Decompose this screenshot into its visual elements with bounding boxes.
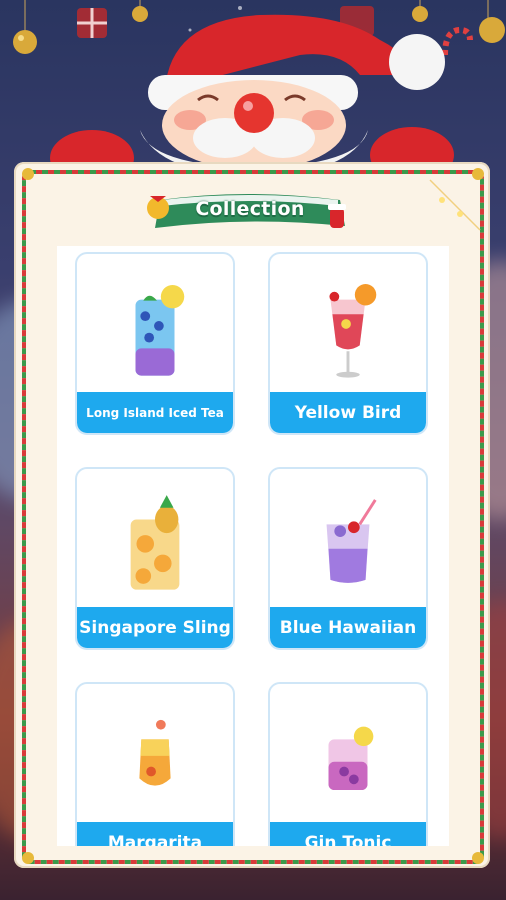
cocktail-name: Yellow Bird [270, 392, 426, 433]
cocktail-card-margarita[interactable]: Margarita [75, 682, 235, 846]
cocktail-grid: Long Island Iced Tea Yellow Bird Singapo… [57, 246, 449, 846]
blue-hawaiian-drink-icon [326, 499, 377, 583]
singapore-sling-drink-icon [130, 495, 180, 590]
margarita-drink-icon [139, 719, 171, 786]
cocktail-card-gin-tonic[interactable]: Gin Tonic [268, 682, 428, 846]
collection-title: Collection [195, 198, 305, 220]
cocktail-name: Blue Hawaiian [270, 607, 426, 648]
cocktail-name: Long Island Iced Tea [77, 392, 233, 433]
cocktail-name: Singapore Sling [77, 607, 233, 648]
cocktail-name: Gin Tonic [270, 822, 426, 846]
cocktail-card-long-island-iced-tea[interactable]: Long Island Iced Tea [75, 252, 235, 435]
cocktail-card-singapore-sling[interactable]: Singapore Sling [75, 467, 235, 650]
cocktail-card-yellow-bird[interactable]: Yellow Bird [268, 252, 428, 435]
cocktail-name: Margarita [77, 822, 233, 846]
gin-tonic-drink-icon [328, 726, 374, 791]
yellow-bird-drink-icon [329, 284, 377, 378]
long-island-iced-tea-drink-icon [135, 284, 185, 376]
cocktail-card-blue-hawaiian[interactable]: Blue Hawaiian [268, 467, 428, 650]
